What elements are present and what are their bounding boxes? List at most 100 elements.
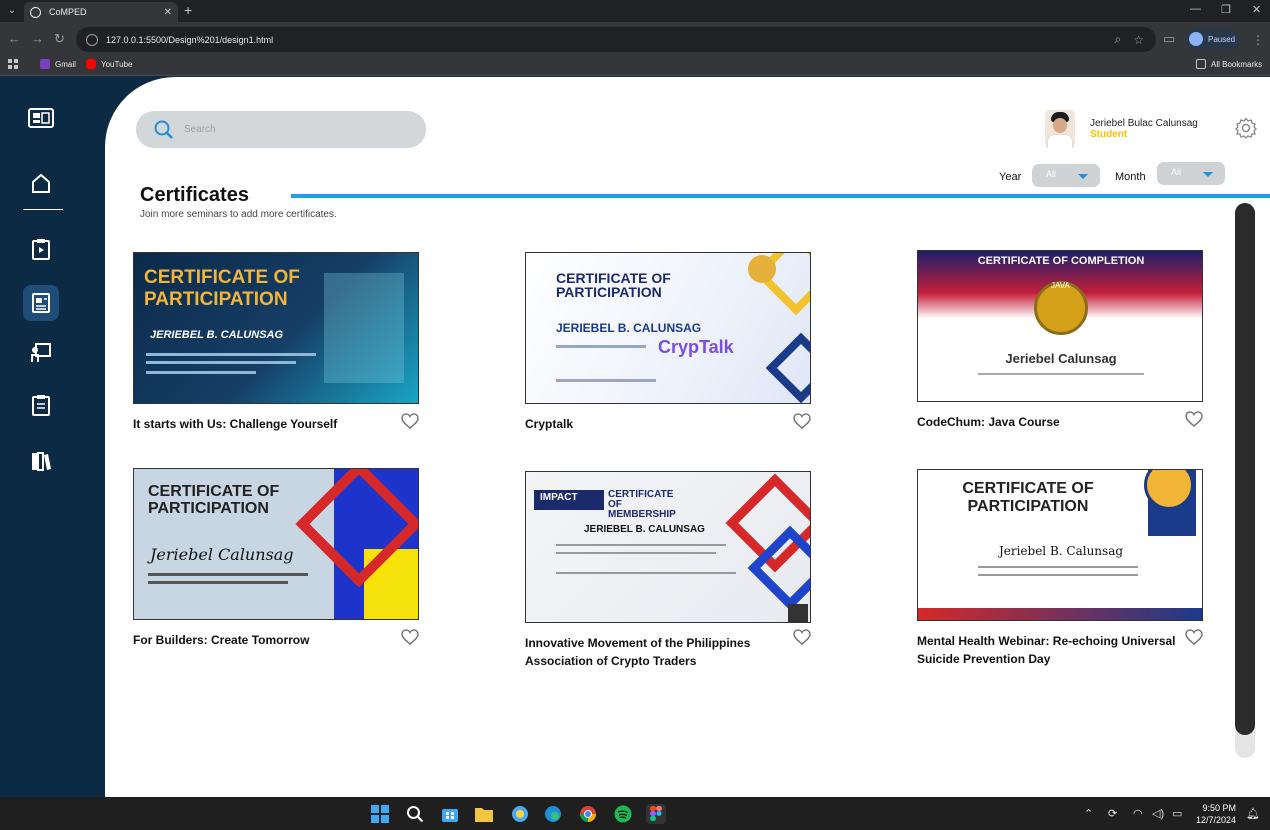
- system-clock[interactable]: 9:50 PM 12/7/2024: [1196, 802, 1236, 826]
- notification-bell-icon[interactable]: 🔔︎: [1246, 807, 1260, 820]
- all-bookmarks-label: All Bookmarks: [1211, 59, 1263, 69]
- certificate-thumbnail[interactable]: CERTIFICATE OF PARTICIPATION Jeriebel B.…: [917, 469, 1203, 621]
- browser-menu-icon[interactable]: ⋮: [1252, 33, 1264, 47]
- certificates-nav-icon[interactable]: [23, 285, 59, 321]
- battery-icon[interactable]: ▭: [1172, 807, 1182, 820]
- page-title: Certificates: [140, 184, 249, 206]
- clipboard-play-icon[interactable]: [23, 231, 59, 267]
- search-bar[interactable]: [136, 111, 426, 148]
- restore-icon[interactable]: ❐: [1221, 3, 1231, 16]
- certificate-thumbnail[interactable]: CERTIFICATE OF PARTICIPATION Jeriebel Ca…: [133, 468, 419, 620]
- certificate-thumbnail[interactable]: CERTIFICATE OF COMPLETION JAVA Jeriebel …: [917, 250, 1203, 402]
- sidebar-divider: [23, 209, 63, 210]
- certificate-card[interactable]: CERTIFICATE OF COMPLETION JAVA Jeriebel …: [917, 250, 1203, 431]
- site-info-icon[interactable]: [86, 33, 98, 46]
- spotify-icon[interactable]: [613, 804, 633, 824]
- page-subtitle: Join more seminars to add more certifica…: [140, 209, 337, 220]
- scrollbar[interactable]: [1235, 203, 1255, 758]
- profile-button[interactable]: Paused: [1186, 29, 1240, 49]
- file-explorer-icon[interactable]: [474, 804, 494, 824]
- user-role: Student: [1090, 129, 1128, 140]
- year-select[interactable]: All: [1032, 164, 1100, 187]
- certificate-thumbnail[interactable]: IMPACT CERTIFICATE OF MEMBERSHIP JERIEBE…: [525, 471, 811, 623]
- app-icon[interactable]: [510, 804, 530, 824]
- certificate-title[interactable]: CodeChum: Java Course: [917, 413, 1177, 431]
- certificate-title[interactable]: For Builders: Create Tomorrow: [133, 631, 393, 649]
- search-input[interactable]: [184, 124, 414, 135]
- tab-search-icon[interactable]: ⌄: [4, 3, 20, 19]
- scrollbar-thumb[interactable]: [1235, 203, 1255, 735]
- heart-icon[interactable]: [1185, 411, 1203, 427]
- heart-icon[interactable]: [1185, 629, 1203, 645]
- heart-icon[interactable]: [401, 413, 419, 429]
- certificate-preview-brand: CrypTalk: [658, 337, 734, 357]
- certificate-preview-brand: IMPACT: [540, 492, 578, 503]
- profile-avatar-icon: [1189, 32, 1203, 46]
- tab-title: CoMPED: [49, 7, 87, 17]
- certificate-preview-name: JERIEBEL B. CALUNSAG: [556, 321, 702, 335]
- chevron-down-icon: [1078, 174, 1088, 179]
- user-name: Jeriebel Bulac Calunsag: [1090, 118, 1198, 129]
- certificate-card[interactable]: IMPACT CERTIFICATE OF MEMBERSHIP JERIEBE…: [525, 471, 811, 670]
- month-select-value: All: [1171, 167, 1182, 177]
- minimize-icon[interactable]: —: [1190, 3, 1201, 15]
- zoom-icon[interactable]: ⌕: [1115, 32, 1122, 47]
- certificate-title[interactable]: Cryptalk: [525, 415, 785, 433]
- all-bookmarks[interactable]: All Bookmarks: [1196, 59, 1262, 69]
- figma-icon[interactable]: [646, 804, 666, 824]
- clock-date: 12/7/2024: [1196, 815, 1237, 825]
- edge-icon[interactable]: [543, 804, 563, 824]
- home-icon[interactable]: [23, 165, 59, 201]
- sync-icon[interactable]: ⟳: [1108, 807, 1117, 820]
- sidebar: [0, 77, 105, 797]
- library-icon[interactable]: [23, 443, 59, 479]
- certificate-title[interactable]: Innovative Movement of the Philippines A…: [525, 634, 785, 670]
- certificate-thumbnail[interactable]: CERTIFICATE OF PARTICIPATION JERIEBEL B.…: [133, 252, 419, 404]
- browser-tab-bar: ⌄ CoMPED ✕ + — ❐ ✕: [0, 0, 1270, 22]
- certificate-card[interactable]: CERTIFICATE OF PARTICIPATION Jeriebel B.…: [917, 469, 1203, 668]
- forward-icon[interactable]: →: [31, 31, 44, 47]
- month-label: Month: [1115, 171, 1146, 183]
- close-window-icon[interactable]: ✕: [1252, 3, 1261, 16]
- reload-icon[interactable]: ↻: [54, 31, 65, 47]
- certificate-card[interactable]: CERTIFICATE OF PARTICIPATION JERIEBEL B.…: [133, 252, 419, 433]
- windows-start-icon[interactable]: [370, 804, 390, 824]
- folder-icon: [1196, 59, 1206, 69]
- certificate-card[interactable]: CERTIFICATE OF PARTICIPATION JERIEBEL B.…: [525, 252, 811, 433]
- presentation-icon[interactable]: [23, 335, 59, 371]
- chrome-icon[interactable]: [578, 804, 598, 824]
- browser-tab[interactable]: CoMPED ✕: [24, 2, 178, 22]
- chevron-up-icon[interactable]: ⌃: [1084, 807, 1093, 820]
- gear-icon[interactable]: [1235, 117, 1257, 144]
- heart-icon[interactable]: [793, 413, 811, 429]
- heart-icon[interactable]: [793, 629, 811, 645]
- search-icon[interactable]: [405, 804, 425, 824]
- certificate-thumbnail[interactable]: CERTIFICATE OF PARTICIPATION JERIEBEL B.…: [525, 252, 811, 404]
- new-tab-icon[interactable]: +: [184, 3, 192, 17]
- volume-icon[interactable]: ◁): [1152, 807, 1164, 820]
- logo-icon: [23, 101, 59, 137]
- bookmark-gmail[interactable]: Gmail: [40, 59, 76, 69]
- close-tab-icon[interactable]: ✕: [164, 7, 172, 18]
- certificate-preview-name: Jeriebel Calunsag: [1005, 351, 1117, 366]
- certificate-title[interactable]: It starts with Us: Challenge Yourself: [133, 415, 393, 433]
- url-text[interactable]: 127.0.0.1:5500/Design%201/design1.html: [106, 35, 1115, 45]
- certificate-card[interactable]: CERTIFICATE OF PARTICIPATION Jeriebel Ca…: [133, 468, 419, 649]
- user-profile[interactable]: Jeriebel Bulac Calunsag Student: [1045, 110, 1198, 148]
- certificate-preview-heading: CERTIFICATE OF MEMBERSHIP: [608, 489, 676, 520]
- address-bar[interactable]: 127.0.0.1:5500/Design%201/design1.html ⌕…: [76, 27, 1156, 52]
- month-select[interactable]: All: [1157, 162, 1225, 185]
- apps-icon[interactable]: [8, 59, 18, 69]
- certificate-title[interactable]: Mental Health Webinar: Re-echoing Univer…: [917, 632, 1177, 668]
- bookmark-youtube[interactable]: YouTube: [86, 59, 132, 69]
- certificate-preview-heading: CERTIFICATE OF PARTICIPATION: [962, 480, 1094, 515]
- clipboard-list-icon[interactable]: [23, 387, 59, 423]
- bookmark-star-icon[interactable]: ☆: [1133, 33, 1144, 47]
- heart-icon[interactable]: [401, 629, 419, 645]
- back-icon[interactable]: ←: [8, 31, 21, 47]
- certificate-preview-name: JERIEBEL B. CALUNSAG: [584, 524, 705, 535]
- store-icon[interactable]: [440, 804, 460, 824]
- extensions-icon[interactable]: ▭: [1163, 31, 1175, 47]
- wifi-icon[interactable]: ◠: [1133, 807, 1143, 820]
- avatar[interactable]: [1045, 110, 1075, 148]
